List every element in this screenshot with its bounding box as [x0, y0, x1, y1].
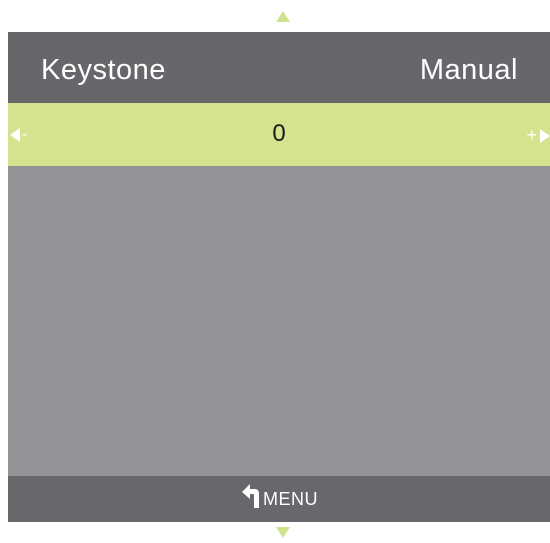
return-arrow-icon	[242, 484, 259, 508]
up-arrow-icon[interactable]	[276, 11, 290, 22]
keystone-adjust-row[interactable]: - 0 +	[8, 103, 550, 166]
menu-header: Keystone Manual	[8, 32, 550, 103]
keystone-mode[interactable]: Manual	[420, 54, 518, 87]
menu-label: MENU	[263, 489, 318, 509]
down-arrow-icon[interactable]	[276, 527, 290, 538]
keystone-osd-panel: Keystone Manual - 0 + MENU	[8, 32, 550, 522]
menu-title: Keystone	[41, 54, 166, 86]
increase-label: +	[526, 125, 537, 145]
keystone-value: 0	[272, 120, 286, 147]
right-arrow-icon	[540, 128, 550, 143]
menu-back-button[interactable]: MENU	[8, 476, 550, 522]
increase-button[interactable]: +	[526, 125, 550, 146]
